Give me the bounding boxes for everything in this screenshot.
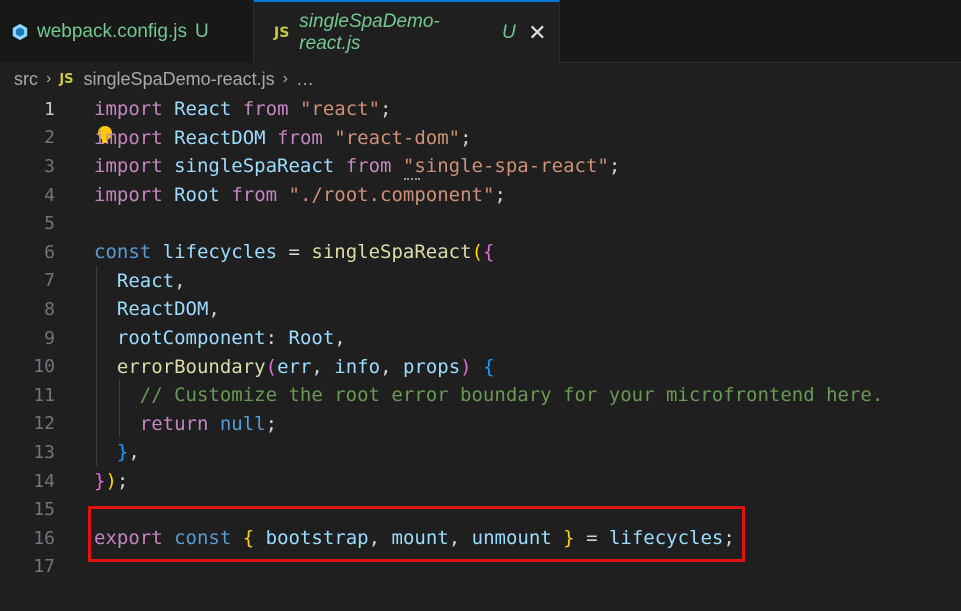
code-text: import React from "react";: [94, 98, 392, 121]
code-text: import ReactDOM from "react-dom";: [94, 126, 472, 149]
code-line[interactable]: 11 // Customize the root error boundary …: [0, 381, 961, 410]
code-text: React,: [116, 269, 186, 292]
tab-singlespademo-react[interactable]: JS singleSpaDemo-react.js U ✕: [254, 0, 560, 63]
code-line[interactable]: 10 errorBoundary(err, info, props) {: [0, 352, 961, 381]
code-text: import Root from "./root.component";: [94, 184, 506, 207]
tab-label: singleSpaDemo-react.js: [299, 10, 440, 54]
line-number: 2: [44, 127, 55, 149]
js-icon: JS: [59, 71, 74, 87]
line-number: 15: [33, 499, 55, 521]
tab-label: webpack.config.js: [37, 20, 187, 42]
breadcrumb: src › JS singleSpaDemo-react.js › …: [0, 63, 961, 95]
line-number: 17: [33, 556, 55, 578]
line-number: 8: [44, 298, 55, 320]
line-number: 12: [33, 413, 55, 435]
webpack-icon: [11, 23, 29, 41]
line-number: 4: [44, 184, 55, 206]
code-text: });: [94, 470, 129, 493]
code-line[interactable]: 12 return null;: [0, 410, 961, 439]
code-line[interactable]: 17: [0, 553, 961, 582]
code-text: // Customize the root error boundary for…: [139, 384, 884, 407]
editor-tab-bar: webpack.config.js U JS singleSpaDemo-rea…: [0, 0, 961, 63]
code-line[interactable]: 7 React,: [0, 267, 961, 296]
code-text: export const { bootstrap, mount, unmount…: [94, 527, 735, 550]
line-number: 13: [33, 441, 55, 463]
code-line[interactable]: 6 const lifecycles = singleSpaReact({: [0, 238, 961, 267]
line-number: 11: [33, 384, 55, 406]
line-number: 7: [44, 270, 55, 292]
code-text: errorBoundary(err, info, props) {: [116, 355, 495, 378]
close-icon[interactable]: ✕: [528, 20, 547, 45]
code-text: import singleSpaReact from "single-spa-r…: [94, 155, 621, 178]
line-number: 5: [44, 213, 55, 235]
line-number: 14: [33, 470, 55, 492]
code-line[interactable]: 1 import React from "react";: [0, 95, 961, 124]
code-line[interactable]: 9 rootComponent: Root,: [0, 324, 961, 353]
code-text: return null;: [139, 412, 278, 435]
code-text: },: [116, 441, 140, 464]
breadcrumb-file[interactable]: singleSpaDemo-react.js: [84, 69, 275, 90]
js-icon: JS: [274, 24, 290, 41]
line-number: 1: [44, 98, 55, 120]
line-number: 9: [44, 327, 55, 349]
code-line[interactable]: 15: [0, 495, 961, 524]
code-editor[interactable]: 1 import React from "react"; 2 import React…: [0, 95, 961, 611]
line-number: 6: [44, 241, 55, 263]
code-line[interactable]: 3 import singleSpaReact from "single-spa-…: [0, 152, 961, 181]
git-status-badge: U: [194, 20, 209, 42]
code-line[interactable]: 14});: [0, 467, 961, 496]
git-status-badge: U: [501, 21, 516, 43]
breadcrumb-folder[interactable]: src: [14, 69, 38, 90]
code-line[interactable]: 2 import ReactDOM from "react-dom";: [0, 124, 961, 153]
code-line[interactable]: 5: [0, 209, 961, 238]
code-text: ReactDOM,: [116, 298, 220, 321]
code-line[interactable]: 4 import Root from "./root.component";: [0, 181, 961, 210]
tab-webpack-config[interactable]: webpack.config.js U: [0, 0, 254, 63]
chevron-right-icon: ›: [282, 70, 288, 87]
line-number: 10: [33, 356, 55, 378]
code-text: const lifecycles = singleSpaReact({: [94, 241, 495, 264]
chevron-right-icon: ›: [46, 70, 52, 87]
line-number: 3: [44, 155, 55, 177]
code-line[interactable]: 16 export const { bootstrap, mount, unmou…: [0, 524, 961, 553]
breadcrumb-symbols[interactable]: …: [296, 69, 314, 90]
code-line[interactable]: 13 },: [0, 438, 961, 467]
code-line[interactable]: 8 ReactDOM,: [0, 295, 961, 324]
code-text: rootComponent: Root,: [116, 327, 346, 350]
line-number: 16: [33, 527, 55, 549]
